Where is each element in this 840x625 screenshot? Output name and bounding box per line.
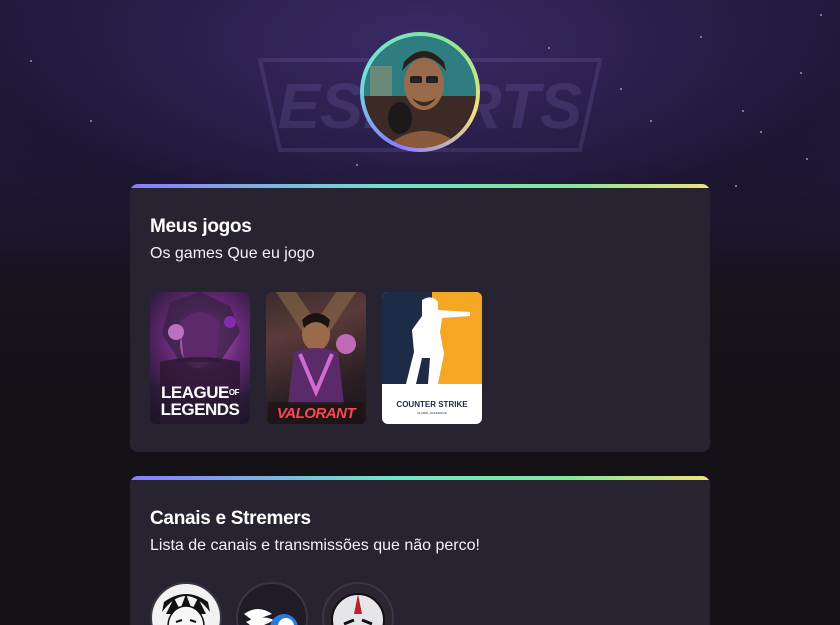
streamer-1-illustration: [162, 594, 210, 625]
streamer-2-illustration: [244, 609, 298, 625]
cs-logo: COUNTER STRIKE: [382, 400, 482, 409]
lol-logo-of: OF: [228, 388, 240, 397]
lol-logo-line2: LEGENDS: [160, 400, 240, 419]
game-counter-strike[interactable]: COUNTER STRIKE GLOBAL OFFENSIVE: [382, 292, 482, 424]
games-subtitle: Os games Que eu jogo: [150, 245, 315, 262]
streamer-avatar[interactable]: [322, 582, 394, 625]
streamer-avatar[interactable]: [236, 582, 308, 625]
cs-logo-line2: STRIKE: [438, 400, 468, 409]
games-title: Meus jogos: [150, 216, 252, 237]
channels-title: Canais e Stremers: [150, 508, 311, 529]
profile-avatar[interactable]: [360, 32, 480, 152]
streamers-list: [150, 582, 394, 625]
channels-subtitle: Lista de canais e transmissões que não p…: [150, 537, 480, 554]
game-valorant[interactable]: VALORANT: [266, 292, 366, 424]
avatar-illustration: [364, 36, 476, 148]
cs-logo-line1: COUNTER: [396, 400, 436, 409]
valorant-logo: VALORANT: [276, 405, 356, 422]
games-card: Meus jogos Os games Que eu jogo LEAGUEOF…: [130, 184, 710, 452]
channels-card: Canais e Stremers Lista de canais e tran…: [130, 476, 710, 625]
game-league-of-legends[interactable]: LEAGUEOF LEGENDS: [150, 292, 250, 424]
cs-logo-small: GLOBAL OFFENSIVE: [417, 411, 447, 415]
avatar-photo: [364, 36, 476, 148]
games-list: LEAGUEOF LEGENDS VALORANT COUNTER STRIKE…: [150, 292, 482, 424]
streamer-avatar[interactable]: [150, 582, 222, 625]
streamer-3-illustration: [331, 593, 385, 625]
